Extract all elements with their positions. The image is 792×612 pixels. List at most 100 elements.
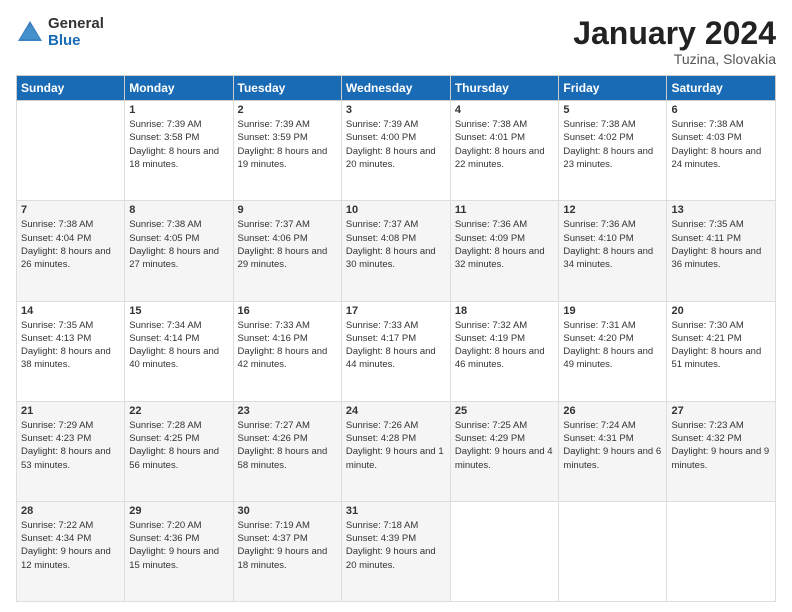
calendar-week-row-2: 14 Sunrise: 7:35 AMSunset: 4:13 PMDayligh…	[17, 301, 776, 401]
calendar-cell	[559, 501, 667, 601]
location-subtitle: Tuzina, Slovakia	[573, 51, 776, 67]
calendar-cell	[450, 501, 559, 601]
day-info: Sunrise: 7:29 AMSunset: 4:23 PMDaylight:…	[21, 419, 120, 472]
day-info: Sunrise: 7:36 AMSunset: 4:09 PMDaylight:…	[455, 218, 555, 271]
day-info: Sunrise: 7:31 AMSunset: 4:20 PMDaylight:…	[563, 319, 662, 372]
calendar-cell: 28Sunrise: 7:22 AMSunset: 4:34 PMDayligh…	[17, 501, 125, 601]
calendar-cell: 18Sunrise: 7:32 AMSunset: 4:19 PMDayligh…	[450, 301, 559, 401]
day-number: 8	[129, 204, 228, 216]
day-number: 21	[21, 405, 120, 417]
day-info: Sunrise: 7:27 AMSunset: 4:26 PMDaylight:…	[238, 419, 337, 472]
calendar-cell: 3 Sunrise: 7:39 AMSunset: 4:00 PMDaylight…	[341, 101, 450, 201]
day-info: Sunrise: 7:38 AMSunset: 4:05 PMDaylight:…	[129, 218, 228, 271]
calendar-cell: 10 Sunrise: 7:37 AMSunset: 4:08 PMDayligh…	[341, 201, 450, 301]
day-number: 11	[455, 204, 555, 216]
calendar-cell: 12Sunrise: 7:36 AMSunset: 4:10 PMDayligh…	[559, 201, 667, 301]
day-number: 7	[21, 204, 120, 216]
calendar-cell: 11 Sunrise: 7:36 AMSunset: 4:09 PMDayligh…	[450, 201, 559, 301]
calendar-cell: 17Sunrise: 7:33 AMSunset: 4:17 PMDayligh…	[341, 301, 450, 401]
day-info: Sunrise: 7:33 AMSunset: 4:16 PMDaylight:…	[238, 319, 337, 372]
calendar-cell: 15 Sunrise: 7:34 AMSunset: 4:14 PMDayligh…	[125, 301, 233, 401]
day-number: 19	[563, 305, 662, 317]
day-info: Sunrise: 7:36 AMSunset: 4:10 PMDaylight:…	[563, 218, 662, 271]
page: General Blue January 2024 Tuzina, Slovak…	[0, 0, 792, 612]
calendar-cell: 29 Sunrise: 7:20 AMSunset: 4:36 PMDayligh…	[125, 501, 233, 601]
calendar-week-row-4: 28Sunrise: 7:22 AMSunset: 4:34 PMDayligh…	[17, 501, 776, 601]
weekday-header-friday: Friday	[559, 76, 667, 101]
calendar-cell: 20Sunrise: 7:30 AMSunset: 4:21 PMDayligh…	[667, 301, 776, 401]
day-info: Sunrise: 7:35 AMSunset: 4:11 PMDaylight:…	[671, 218, 771, 271]
weekday-header-row: SundayMondayTuesdayWednesdayThursdayFrid…	[17, 76, 776, 101]
calendar-week-row-0: 1 Sunrise: 7:39 AMSunset: 3:58 PMDaylight…	[17, 101, 776, 201]
day-info: Sunrise: 7:25 AMSunset: 4:29 PMDaylight:…	[455, 419, 555, 472]
day-number: 5	[563, 104, 662, 116]
day-number: 20	[671, 305, 771, 317]
calendar-table: SundayMondayTuesdayWednesdayThursdayFrid…	[16, 75, 776, 602]
day-info: Sunrise: 7:18 AMSunset: 4:39 PMDaylight:…	[346, 519, 446, 572]
day-number: 22	[129, 405, 228, 417]
day-number: 29	[129, 505, 228, 517]
calendar-cell: 6Sunrise: 7:38 AMSunset: 4:03 PMDaylight…	[667, 101, 776, 201]
calendar-cell	[667, 501, 776, 601]
month-title: January 2024	[573, 16, 776, 51]
day-info: Sunrise: 7:37 AMSunset: 4:08 PMDaylight:…	[346, 218, 446, 271]
day-number: 31	[346, 505, 446, 517]
day-number: 27	[671, 405, 771, 417]
calendar-cell: 16 Sunrise: 7:33 AMSunset: 4:16 PMDayligh…	[233, 301, 341, 401]
title-block: January 2024 Tuzina, Slovakia	[573, 16, 776, 67]
day-number: 30	[238, 505, 337, 517]
day-info: Sunrise: 7:35 AMSunset: 4:13 PMDaylight:…	[21, 319, 120, 372]
calendar-cell: 13 Sunrise: 7:35 AMSunset: 4:11 PMDayligh…	[667, 201, 776, 301]
day-number: 13	[671, 204, 771, 216]
day-info: Sunrise: 7:20 AMSunset: 4:36 PMDaylight:…	[129, 519, 228, 572]
logo-blue-text: Blue	[48, 33, 104, 50]
day-number: 14	[21, 305, 120, 317]
day-number: 3	[346, 104, 446, 116]
day-info: Sunrise: 7:28 AMSunset: 4:25 PMDaylight:…	[129, 419, 228, 472]
calendar-cell: 19 Sunrise: 7:31 AMSunset: 4:20 PMDayligh…	[559, 301, 667, 401]
day-number: 1	[129, 104, 228, 116]
day-info: Sunrise: 7:34 AMSunset: 4:14 PMDaylight:…	[129, 319, 228, 372]
logo-icon	[16, 19, 44, 47]
day-number: 16	[238, 305, 337, 317]
calendar-cell: 25 Sunrise: 7:25 AMSunset: 4:29 PMDayligh…	[450, 401, 559, 501]
day-info: Sunrise: 7:38 AMSunset: 4:02 PMDaylight:…	[563, 118, 662, 171]
logo-text: General Blue	[48, 16, 104, 49]
calendar-cell	[17, 101, 125, 201]
day-number: 23	[238, 405, 337, 417]
day-number: 4	[455, 104, 555, 116]
calendar-cell: 7 Sunrise: 7:38 AMSunset: 4:04 PMDaylight…	[17, 201, 125, 301]
calendar-cell: 5 Sunrise: 7:38 AMSunset: 4:02 PMDaylight…	[559, 101, 667, 201]
weekday-header-monday: Monday	[125, 76, 233, 101]
weekday-header-tuesday: Tuesday	[233, 76, 341, 101]
day-info: Sunrise: 7:39 AMSunset: 4:00 PMDaylight:…	[346, 118, 446, 171]
calendar-cell: 24Sunrise: 7:26 AMSunset: 4:28 PMDayligh…	[341, 401, 450, 501]
day-number: 17	[346, 305, 446, 317]
calendar-cell: 27 Sunrise: 7:23 AMSunset: 4:32 PMDayligh…	[667, 401, 776, 501]
weekday-header-saturday: Saturday	[667, 76, 776, 101]
day-info: Sunrise: 7:32 AMSunset: 4:19 PMDaylight:…	[455, 319, 555, 372]
day-number: 24	[346, 405, 446, 417]
day-info: Sunrise: 7:38 AMSunset: 4:04 PMDaylight:…	[21, 218, 120, 271]
day-number: 25	[455, 405, 555, 417]
calendar-cell: 30 Sunrise: 7:19 AMSunset: 4:37 PMDayligh…	[233, 501, 341, 601]
day-info: Sunrise: 7:39 AMSunset: 3:58 PMDaylight:…	[129, 118, 228, 171]
calendar-week-row-3: 21 Sunrise: 7:29 AMSunset: 4:23 PMDayligh…	[17, 401, 776, 501]
calendar-cell: 2Sunrise: 7:39 AMSunset: 3:59 PMDaylight…	[233, 101, 341, 201]
day-info: Sunrise: 7:37 AMSunset: 4:06 PMDaylight:…	[238, 218, 337, 271]
day-number: 6	[671, 104, 771, 116]
calendar-cell: 14 Sunrise: 7:35 AMSunset: 4:13 PMDayligh…	[17, 301, 125, 401]
day-info: Sunrise: 7:23 AMSunset: 4:32 PMDaylight:…	[671, 419, 771, 472]
calendar-cell: 21 Sunrise: 7:29 AMSunset: 4:23 PMDayligh…	[17, 401, 125, 501]
day-number: 10	[346, 204, 446, 216]
day-number: 28	[21, 505, 120, 517]
day-number: 15	[129, 305, 228, 317]
day-info: Sunrise: 7:39 AMSunset: 3:59 PMDaylight:…	[238, 118, 337, 171]
day-info: Sunrise: 7:24 AMSunset: 4:31 PMDaylight:…	[563, 419, 662, 472]
logo: General Blue	[16, 16, 104, 49]
calendar-cell: 22 Sunrise: 7:28 AMSunset: 4:25 PMDayligh…	[125, 401, 233, 501]
logo-general-text: General	[48, 16, 104, 33]
calendar-cell: 23 Sunrise: 7:27 AMSunset: 4:26 PMDayligh…	[233, 401, 341, 501]
day-info: Sunrise: 7:19 AMSunset: 4:37 PMDaylight:…	[238, 519, 337, 572]
weekday-header-sunday: Sunday	[17, 76, 125, 101]
